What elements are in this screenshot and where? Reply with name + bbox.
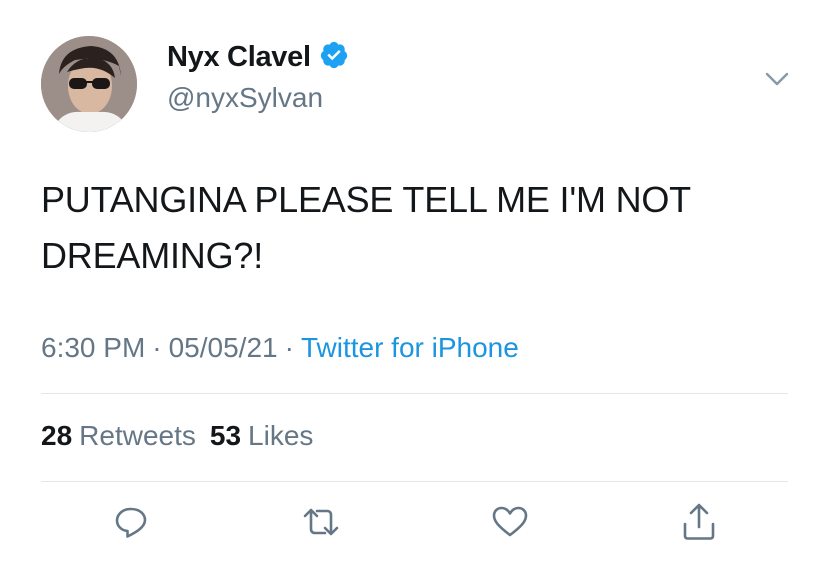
share-button[interactable]: [677, 500, 721, 544]
reply-button[interactable]: [109, 500, 153, 544]
avatar[interactable]: [41, 36, 137, 132]
chevron-down-icon[interactable]: [760, 62, 794, 96]
share-icon: [683, 503, 715, 540]
reply-icon: [115, 507, 147, 538]
like-button[interactable]: [488, 500, 532, 544]
author-name-row: Nyx Clavel: [167, 40, 349, 75]
likes-label: Likes: [248, 420, 314, 451]
retweet-icon: [303, 508, 339, 536]
action-bar: [0, 500, 828, 550]
tweet-time[interactable]: 6:30 PM: [41, 332, 145, 363]
divider: [41, 393, 788, 394]
likes-stat[interactable]: 53 Likes: [210, 420, 314, 451]
heart-icon: [492, 506, 528, 537]
avatar-image: [41, 36, 137, 132]
user-handle[interactable]: @nyxSylvan: [167, 82, 323, 114]
tweet-date[interactable]: 05/05/21: [169, 332, 278, 363]
display-name[interactable]: Nyx Clavel: [167, 41, 311, 74]
tweet-source-link[interactable]: Twitter for iPhone: [301, 332, 519, 363]
retweets-stat[interactable]: 28 Retweets: [41, 420, 196, 451]
tweet-stats: 28 Retweets 53 Likes: [41, 420, 313, 452]
retweets-label: Retweets: [79, 420, 196, 451]
retweet-button[interactable]: [299, 500, 343, 544]
meta-separator: ·: [284, 332, 294, 363]
divider: [41, 481, 788, 482]
tweet-text: PUTANGINA PLEASE TELL ME I'M NOT DREAMIN…: [41, 179, 691, 276]
verified-badge-icon: [319, 40, 349, 75]
tweet-meta: 6:30 PM · 05/05/21 · Twitter for iPhone: [41, 332, 519, 364]
retweets-count: 28: [41, 420, 73, 451]
likes-count: 53: [209, 420, 242, 451]
meta-separator: ·: [152, 332, 162, 363]
